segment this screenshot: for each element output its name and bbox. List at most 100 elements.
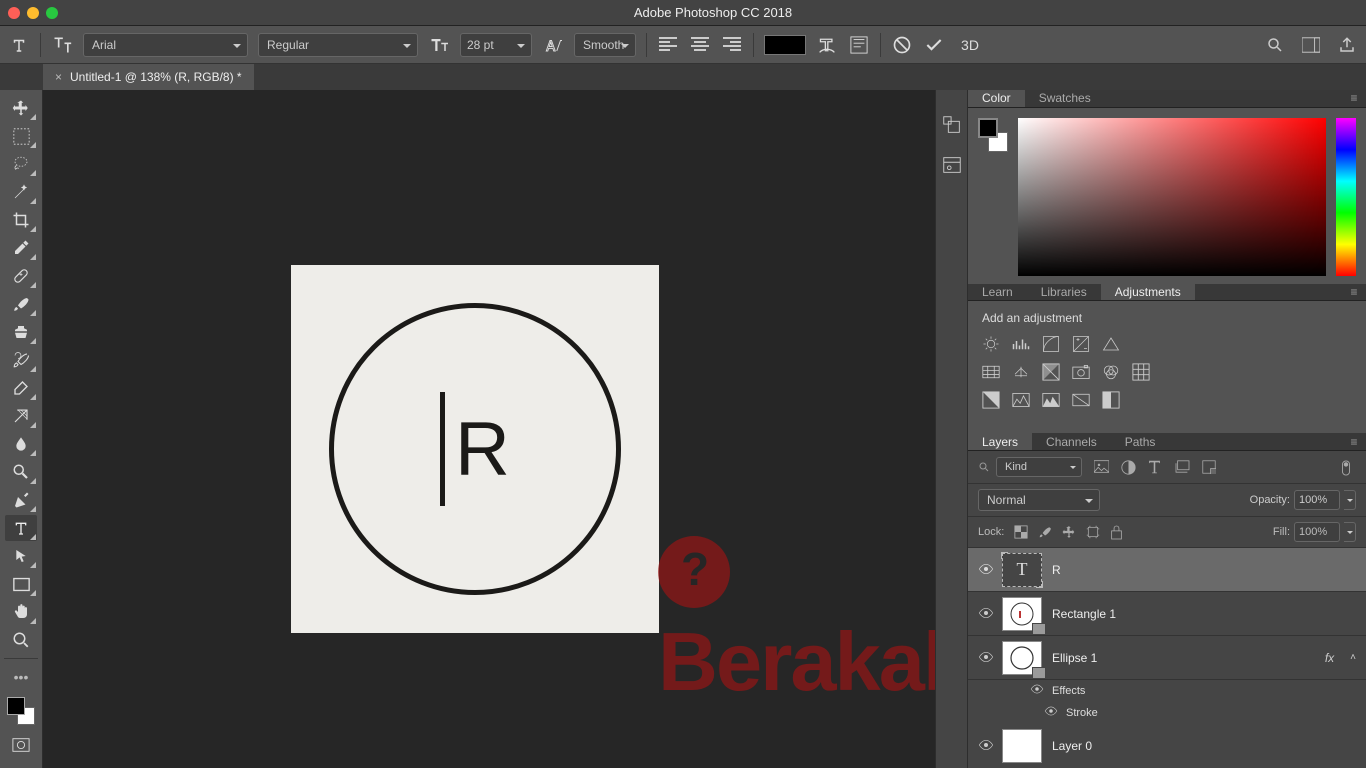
gradient-map-icon[interactable] [1072,391,1090,409]
font-weight-dropdown[interactable]: Regular [258,33,418,57]
channel-mixer-icon[interactable] [1102,363,1120,381]
share-icon[interactable] [1336,34,1358,56]
filter-toggle-icon[interactable] [1341,460,1356,475]
filter-type-icon[interactable] [1148,460,1163,475]
search-icon[interactable] [1264,34,1286,56]
layer-thumbnail[interactable] [1002,729,1042,763]
layer-thumbnail[interactable] [1002,641,1042,675]
align-right-icon[interactable] [721,34,743,56]
tab-channels[interactable]: Channels [1032,433,1111,450]
font-size-field[interactable]: 28 pt [460,33,532,57]
hue-slider[interactable] [1336,118,1356,276]
panel-fgbg-colors[interactable] [978,118,1008,152]
pen-tool[interactable] [5,487,37,513]
antialias-dropdown[interactable]: Smooth [574,33,636,57]
fill-flyout-icon[interactable] [1344,522,1356,542]
lock-artboard-icon[interactable] [1086,525,1100,539]
layer-row[interactable]: Layer 0 [968,724,1366,768]
tab-color[interactable]: Color [968,90,1025,107]
layer-thumbnail[interactable] [1002,597,1042,631]
warp-text-icon[interactable] [816,34,838,56]
filter-smart-icon[interactable] [1202,460,1217,475]
align-center-icon[interactable] [689,34,711,56]
character-panel-icon[interactable] [848,34,870,56]
layer-name[interactable]: Layer 0 [1052,739,1092,753]
visibility-icon[interactable] [978,563,992,577]
crop-tool[interactable] [5,207,37,233]
lock-transparency-icon[interactable] [1014,525,1028,539]
color-lookup-icon[interactable] [1132,363,1150,381]
filter-kind-dropdown[interactable]: Kind [996,457,1082,477]
align-left-icon[interactable] [657,34,679,56]
type-tool[interactable] [5,515,37,541]
edit-toolbar-icon[interactable]: ••• [5,664,37,690]
zoom-tool[interactable] [5,627,37,653]
properties-panel-icon[interactable] [941,154,963,176]
lock-image-icon[interactable] [1038,525,1052,539]
filter-shape-icon[interactable] [1175,460,1190,475]
layer-row[interactable]: Ellipse 1 fx ˄ [968,636,1366,680]
layer-row[interactable]: T R [968,548,1366,592]
color-balance-icon[interactable] [1012,363,1030,381]
minimize-window-button[interactable] [27,7,39,19]
blend-mode-dropdown[interactable]: Normal [978,489,1100,511]
curves-icon[interactable] [1042,335,1060,353]
workspace-icon[interactable] [1300,34,1322,56]
brightness-contrast-icon[interactable] [982,335,1000,353]
panel-menu-icon[interactable]: ≡ [1342,433,1366,450]
3d-icon[interactable]: 3D [955,34,985,56]
move-tool[interactable] [5,95,37,121]
font-family-dropdown[interactable]: Arial [83,33,248,57]
layer-row[interactable]: Rectangle 1 [968,592,1366,636]
magic-wand-tool[interactable] [5,179,37,205]
visibility-icon[interactable] [1044,706,1058,720]
selective-color-icon[interactable] [1102,391,1120,409]
saturation-brightness-picker[interactable] [1018,118,1326,276]
hue-sat-icon[interactable] [982,363,1000,381]
opacity-flyout-icon[interactable] [1344,490,1356,510]
chevron-up-icon[interactable]: ˄ [1350,652,1356,663]
eraser-tool[interactable] [5,375,37,401]
text-orientation-icon[interactable] [51,34,73,56]
hand-tool[interactable] [5,599,37,625]
dodge-tool[interactable] [5,459,37,485]
tab-swatches[interactable]: Swatches [1025,90,1105,107]
filter-adjustment-icon[interactable] [1121,460,1136,475]
threshold-icon[interactable] [1042,391,1060,409]
visibility-icon[interactable] [1030,684,1044,698]
lock-all-icon[interactable] [1110,525,1124,539]
photo-filter-icon[interactable] [1072,363,1090,381]
panel-menu-icon[interactable]: ≡ [1342,90,1366,107]
quick-mask-icon[interactable] [5,732,37,758]
blur-tool[interactable] [5,431,37,457]
panel-menu-icon[interactable]: ≡ [1342,284,1366,301]
maximize-window-button[interactable] [46,7,58,19]
brush-tool[interactable] [5,291,37,317]
black-white-icon[interactable] [1042,363,1060,381]
layer-name[interactable]: Rectangle 1 [1052,607,1116,621]
close-window-button[interactable] [8,7,20,19]
vibrance-icon[interactable] [1102,335,1120,353]
close-tab-icon[interactable]: × [55,70,62,84]
visibility-icon[interactable] [978,607,992,621]
cancel-icon[interactable] [891,34,913,56]
fx-badge[interactable]: fx [1325,651,1334,665]
foreground-background-colors[interactable] [7,697,35,725]
gradient-tool[interactable] [5,403,37,429]
levels-icon[interactable] [1012,335,1030,353]
clone-stamp-tool[interactable] [5,319,37,345]
healing-brush-tool[interactable] [5,263,37,289]
tab-libraries[interactable]: Libraries [1027,284,1101,301]
tab-paths[interactable]: Paths [1111,433,1170,450]
history-panel-icon[interactable] [941,114,963,136]
layer-name[interactable]: Ellipse 1 [1052,651,1097,665]
tab-layers[interactable]: Layers [968,433,1032,450]
effects-row[interactable]: Effects [1030,680,1366,702]
document-tab[interactable]: × Untitled-1 @ 138% (R, RGB/8) * [43,64,254,90]
effect-stroke-row[interactable]: Stroke [1030,702,1366,724]
invert-icon[interactable] [982,391,1000,409]
marquee-tool[interactable] [5,123,37,149]
lasso-tool[interactable] [5,151,37,177]
commit-icon[interactable] [923,34,945,56]
tab-adjustments[interactable]: Adjustments [1101,284,1195,301]
